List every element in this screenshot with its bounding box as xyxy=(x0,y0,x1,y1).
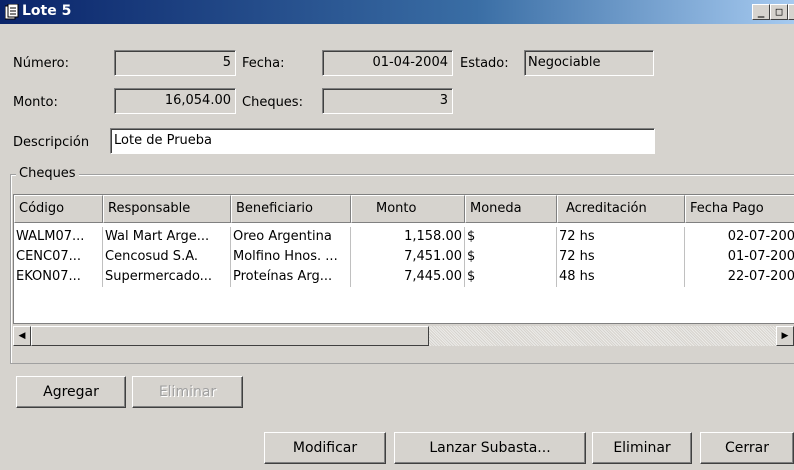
cell-acreditacion: 72 hs xyxy=(557,227,685,247)
window-title: Lote 5 xyxy=(22,3,72,19)
table-row[interactable]: WALM07... Wal Mart Arge... Oreo Argentin… xyxy=(14,227,794,247)
cell-responsable: Supermercado... xyxy=(103,267,231,287)
estado-label: Estado: xyxy=(460,56,509,71)
minimize-button[interactable]: _ xyxy=(752,4,770,20)
cell-codigo: WALM07... xyxy=(14,227,103,247)
col-beneficiario[interactable]: Beneficiario xyxy=(231,195,351,223)
table-row[interactable]: CENC07... Cencosud S.A. Molfino Hnos. ..… xyxy=(14,247,794,267)
cell-responsable: Wal Mart Arge... xyxy=(103,227,231,247)
col-acreditacion[interactable]: Acreditación xyxy=(557,195,685,223)
cheques-count-field[interactable]: 3 xyxy=(322,88,453,114)
cell-fecha-pago: 02-07-200 xyxy=(727,229,794,244)
col-fecha-pago[interactable]: Fecha Pago xyxy=(685,195,794,223)
cell-codigo: EKON07... xyxy=(14,267,103,287)
cell-moneda: $ xyxy=(465,267,557,287)
cell-fecha-pago: 22-07-200 xyxy=(727,269,794,284)
cheques-table[interactable]: Código Responsable Beneficiario Monto Mo… xyxy=(13,194,794,324)
col-monto[interactable]: Monto xyxy=(351,195,465,223)
cell-monto: 7,445.00 xyxy=(351,267,465,287)
fecha-field[interactable]: 01-04-2004 xyxy=(322,50,453,76)
arrow-right-icon[interactable]: ▶ xyxy=(776,326,794,346)
cheques-label: Cheques: xyxy=(242,95,303,110)
maximize-button[interactable]: □ xyxy=(770,4,788,20)
cell-beneficiario: Proteínas Arg... xyxy=(231,267,351,287)
monto-label: Monto: xyxy=(13,95,58,110)
col-codigo[interactable]: Código xyxy=(14,195,103,223)
cell-fecha-pago: 01-07-200 xyxy=(727,249,794,264)
cheques-group-title: Cheques xyxy=(16,166,79,181)
cell-moneda: $ xyxy=(465,247,557,267)
cell-beneficiario: Oreo Argentina xyxy=(231,227,351,247)
title-bar[interactable]: Lote 5 _ □ X xyxy=(0,0,794,24)
cerrar-button[interactable]: Cerrar xyxy=(700,432,794,464)
numero-label: Número: xyxy=(13,56,70,71)
cell-monto: 1,158.00 xyxy=(351,227,465,247)
eliminar-row-button[interactable]: Eliminar xyxy=(132,376,243,408)
table-row[interactable]: EKON07... Supermercado... Proteínas Arg.… xyxy=(14,267,794,287)
modificar-button[interactable]: Modificar xyxy=(264,432,386,464)
cell-monto: 7,451.00 xyxy=(351,247,465,267)
eliminar-button[interactable]: Eliminar xyxy=(592,432,692,464)
cell-acreditacion: 72 hs xyxy=(557,247,685,267)
monto-field[interactable]: 16,054.00 xyxy=(114,88,236,114)
close-button[interactable]: X xyxy=(788,4,794,20)
horizontal-scrollbar[interactable]: ◀ ▶ xyxy=(13,326,794,346)
scrollbar-thumb[interactable] xyxy=(31,326,429,346)
cell-responsable: Cencosud S.A. xyxy=(103,247,231,267)
col-responsable[interactable]: Responsable xyxy=(103,195,231,223)
arrow-left-icon[interactable]: ◀ xyxy=(13,326,31,346)
table-header: Código Responsable Beneficiario Monto Mo… xyxy=(14,195,794,223)
numero-field[interactable]: 5 xyxy=(114,50,236,76)
agregar-button[interactable]: Agregar xyxy=(16,376,126,408)
cell-codigo: CENC07... xyxy=(14,247,103,267)
cell-moneda: $ xyxy=(465,227,557,247)
document-icon xyxy=(4,3,19,20)
cell-acreditacion: 48 hs xyxy=(557,267,685,287)
cell-beneficiario: Molfino Hnos. ... xyxy=(231,247,351,267)
estado-field[interactable]: Negociable xyxy=(524,50,654,76)
descripcion-label: Descripción xyxy=(13,135,90,150)
descripcion-field[interactable]: Lote de Prueba xyxy=(110,128,655,154)
lanzar-subasta-button[interactable]: Lanzar Subasta... xyxy=(394,432,586,464)
fecha-label: Fecha: xyxy=(242,56,285,71)
col-moneda[interactable]: Moneda xyxy=(465,195,557,223)
